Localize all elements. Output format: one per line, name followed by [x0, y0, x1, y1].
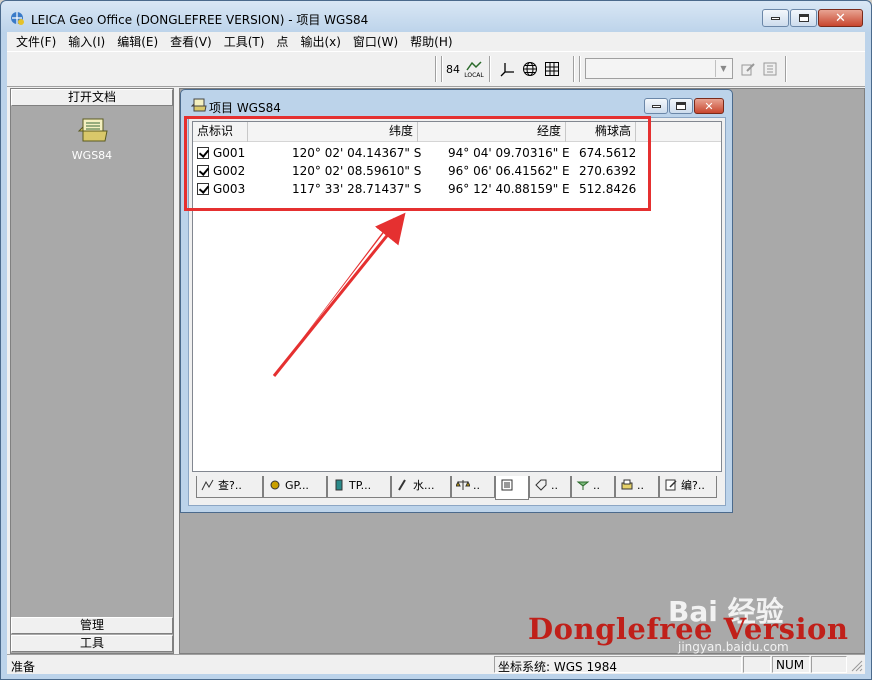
tab-label: 水...	[413, 479, 435, 492]
local-coord-button[interactable]: LOCAL	[463, 58, 485, 80]
tab-antenna[interactable]: ..	[571, 476, 615, 498]
menu-help[interactable]: 帮助(H)	[404, 33, 458, 50]
view-tabs: 查?.. GP... TP... 水... .. .. .. .. 编?..	[192, 476, 722, 500]
project-window-title: 项目 WGS84	[209, 101, 281, 115]
child-close-button[interactable]: ✕	[694, 98, 724, 114]
maximize-button[interactable]	[790, 9, 817, 27]
globe-button[interactable]	[519, 58, 541, 80]
close-icon: ✕	[835, 10, 846, 26]
toolbar-separator	[441, 56, 443, 82]
tab-label: 编?..	[681, 479, 705, 492]
grid-icon	[545, 62, 559, 76]
tab-points[interactable]	[495, 476, 529, 500]
manage-tab[interactable]: 管理	[11, 617, 173, 634]
menu-file[interactable]: 文件(F)	[10, 33, 62, 50]
properties-icon	[763, 62, 777, 76]
tab-level[interactable]: 水...	[391, 476, 451, 498]
toolbar-separator	[785, 56, 787, 82]
local-coord-icon	[466, 60, 482, 70]
points-list-icon	[501, 479, 513, 491]
tag-icon	[535, 479, 547, 491]
highlight-box	[184, 116, 651, 211]
num-lock-indicator: NUM	[776, 658, 805, 672]
status-text: 准备	[11, 660, 36, 674]
child-maximize-button[interactable]	[669, 98, 693, 114]
balance-scale-icon	[456, 480, 470, 490]
printer-icon	[621, 479, 633, 490]
axes-button[interactable]	[497, 58, 519, 80]
coord-system-pane: 坐标系统: WGS 1984	[494, 656, 742, 674]
globe-icon	[523, 62, 537, 76]
project-document-icon	[77, 118, 108, 142]
tab-label: ..	[551, 479, 558, 492]
status-pane-blank	[743, 656, 771, 673]
tab-reports[interactable]: ..	[615, 476, 659, 498]
tab-gps[interactable]: GP...	[263, 476, 327, 498]
close-button[interactable]: ✕	[818, 9, 863, 27]
edit-pencil-icon	[741, 63, 755, 76]
menu-export[interactable]: 输出(x)	[294, 33, 346, 50]
title-bar[interactable]: LEICA Geo Office (DONGLEFREE VERSION) - …	[1, 1, 871, 33]
donglefree-watermark: Donglefree Version	[528, 612, 849, 646]
grid-button[interactable]	[541, 58, 563, 80]
menu-window[interactable]: 窗口(W)	[347, 33, 404, 50]
tab-label: TP...	[349, 479, 372, 492]
properties-button[interactable]	[759, 58, 781, 80]
tab-label: GP...	[285, 479, 309, 492]
menu-point[interactable]: 点	[270, 33, 294, 50]
level-icon	[398, 479, 406, 491]
child-minimize-button[interactable]	[644, 98, 668, 114]
toolbar-separator	[489, 56, 491, 82]
query-icon	[201, 479, 214, 491]
leica-app-icon	[11, 12, 24, 25]
maximize-icon	[676, 102, 686, 110]
tab-label: ..	[637, 479, 644, 492]
tab-label: ..	[473, 479, 480, 492]
menu-tools[interactable]: 工具(T)	[218, 33, 271, 50]
open-documents-header[interactable]: 打开文档	[11, 89, 173, 106]
num-pane: NUM	[772, 656, 810, 673]
local-coord-label: LOCAL	[464, 71, 484, 79]
tools-tab[interactable]: 工具	[11, 635, 173, 652]
window-title: LEICA Geo Office (DONGLEFREE VERSION) - …	[31, 13, 369, 27]
wgs84-label: 84	[446, 62, 460, 76]
menu-edit[interactable]: 编辑(E)	[111, 33, 164, 50]
project-icon	[191, 98, 207, 112]
document-label: WGS84	[71, 149, 113, 162]
status-bar: 准备 坐标系统: WGS 1984 NUM	[7, 654, 865, 674]
toolbar-separator	[579, 56, 581, 82]
minimize-icon	[771, 16, 780, 20]
tab-adjustment[interactable]: ..	[451, 476, 495, 498]
edit-document-icon	[665, 479, 677, 491]
minimize-icon	[651, 104, 661, 108]
tab-label: ..	[593, 479, 600, 492]
status-pane-blank	[811, 656, 847, 673]
close-icon: ✕	[704, 99, 714, 113]
coord-system-status: 坐标系统: WGS 1984	[498, 660, 617, 674]
menu-view[interactable]: 查看(V)	[164, 33, 218, 50]
toolbar-separator	[435, 56, 437, 82]
left-panel: 打开文档 WGS84 管理 工具	[10, 88, 174, 654]
tps-instrument-icon	[335, 479, 343, 491]
axes-icon	[500, 63, 514, 77]
menu-import[interactable]: 输入(I)	[62, 33, 111, 50]
toolbar-separator	[573, 56, 575, 82]
tab-codes[interactable]: ..	[529, 476, 571, 498]
tab-label: 查?..	[218, 479, 242, 492]
resize-grip-icon[interactable]	[849, 658, 863, 672]
menu-bar: 文件(F) 输入(I) 编辑(E) 查看(V) 工具(T) 点 输出(x) 窗口…	[7, 32, 865, 50]
toolbar: 84 LOCAL ▼	[7, 51, 865, 87]
tab-tps[interactable]: TP...	[327, 476, 391, 498]
gps-satellite-icon	[270, 480, 280, 490]
coordinate-system-combo[interactable]: ▼	[585, 58, 733, 79]
edit-button[interactable]	[737, 58, 759, 80]
tab-edit[interactable]: 编?..	[659, 476, 717, 498]
chevron-down-icon[interactable]: ▼	[715, 60, 731, 77]
minimize-button[interactable]	[762, 9, 789, 27]
maximize-icon	[798, 14, 809, 22]
antenna-icon	[576, 481, 590, 490]
tab-view-query[interactable]: 查?..	[196, 476, 263, 498]
